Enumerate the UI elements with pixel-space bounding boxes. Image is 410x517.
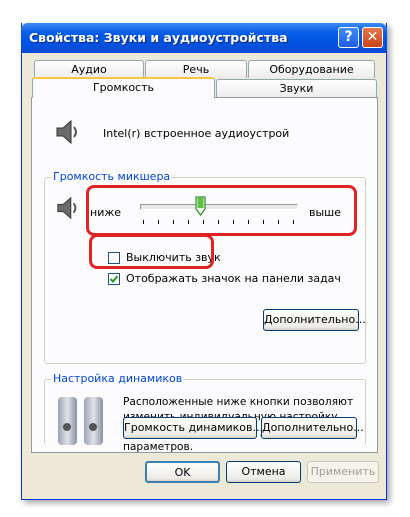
right-speaker-cone: [89, 423, 97, 431]
right-speaker-icon: [84, 397, 103, 445]
left-speaker-cone: [63, 423, 71, 431]
speaker-advanced-button[interactable]: Дополнительно...: [261, 417, 364, 439]
tab-speech[interactable]: Речь: [145, 60, 247, 78]
checkmark-icon: [109, 275, 119, 283]
mixer-group-label: Громкость микшера: [51, 170, 173, 183]
mixer-speaker-icon: [57, 196, 77, 220]
cancel-button[interactable]: Отмена: [226, 461, 301, 483]
speaker-group-label: Настройка динамиков: [51, 372, 185, 385]
speaker-icon: [56, 119, 77, 145]
tab-hardware[interactable]: Оборудование: [248, 60, 375, 78]
volume-slider-highlight: [86, 185, 357, 236]
device-name: Intel(r) встроенное аудиоустрой: [103, 127, 290, 140]
show-icon-label[interactable]: Отображать значок на панели задач: [126, 272, 341, 285]
mute-highlight: [89, 234, 214, 269]
mixer-advanced-button[interactable]: Дополнительно...: [263, 309, 366, 331]
volume-tab-panel: Intel(r) встроенное аудиоустрой Громкост…: [31, 97, 378, 453]
left-speaker-icon: [58, 397, 77, 445]
tab-sounds[interactable]: Звуки: [216, 79, 377, 97]
title-bar[interactable]: Свойства: Звуки и аудиоустройства ? ✕: [21, 23, 387, 53]
tab-audio[interactable]: Аудио: [34, 60, 144, 78]
window-title: Свойства: Звуки и аудиоустройства: [29, 30, 288, 45]
ok-button[interactable]: OK: [145, 461, 220, 483]
speaker-volume-button[interactable]: Громкость динамиков...: [123, 417, 263, 439]
apply-button: Применить: [307, 461, 379, 483]
show-icon-checkbox[interactable]: [108, 273, 120, 285]
close-button[interactable]: ✕: [362, 27, 383, 48]
tab-volume[interactable]: Громкость: [32, 77, 215, 98]
help-button[interactable]: ?: [338, 27, 359, 48]
